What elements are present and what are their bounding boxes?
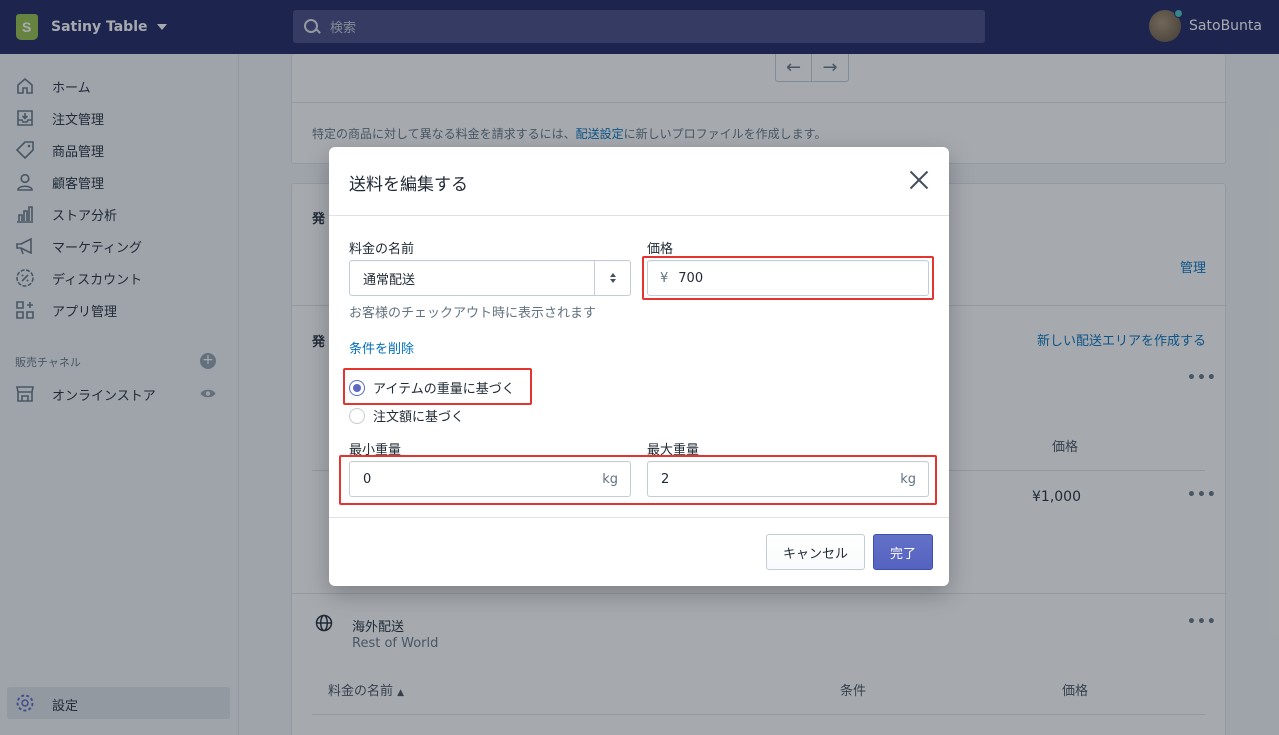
highlight-box [642, 256, 934, 300]
rate-name-select[interactable]: 通常配送 [349, 260, 631, 296]
select-arrows-icon [594, 261, 630, 295]
modal-title: 送料を編集する [349, 175, 468, 195]
rate-name-help-text: お客様のチェックアウト時に表示されます [349, 306, 597, 321]
remove-conditions-link[interactable]: 条件を削除 [349, 338, 414, 357]
rate-name-label: 料金の名前 [349, 242, 415, 257]
radio-label: 注文額に基づく [373, 410, 465, 425]
done-button[interactable]: 完了 [873, 534, 933, 570]
cancel-button[interactable]: キャンセル [766, 534, 865, 570]
close-icon[interactable] [909, 170, 929, 190]
modal-header: 送料を編集する [329, 147, 949, 216]
modal-footer: キャンセル 完了 [329, 517, 949, 586]
price-label: 価格 [647, 242, 674, 257]
edit-shipping-rate-modal: 送料を編集する 料金の名前 通常配送 お客様のチェックアウト時に表示されます 価… [329, 147, 949, 586]
radio-unchecked-icon [349, 407, 365, 424]
radio-amount-based[interactable]: 注文額に基づく [349, 406, 464, 425]
rate-name-value: 通常配送 [363, 272, 416, 288]
highlight-box [339, 455, 937, 505]
highlight-box [343, 368, 532, 405]
